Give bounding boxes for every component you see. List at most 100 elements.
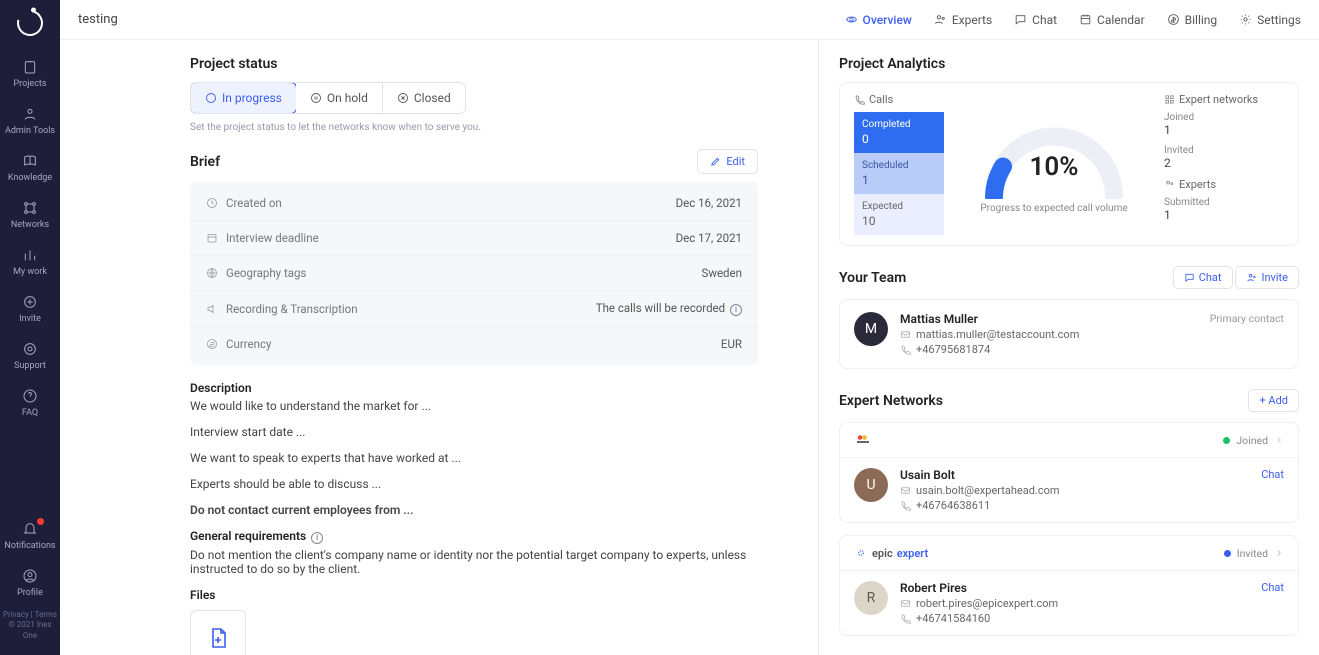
- contact-name: Usain Bolt: [900, 468, 1245, 482]
- tab-experts[interactable]: Experts: [934, 13, 992, 27]
- clock-icon: [206, 197, 218, 209]
- experts-meta-title: Experts: [1179, 178, 1216, 191]
- mail-icon: [900, 485, 911, 496]
- project-status-title: Project status: [190, 56, 758, 72]
- phone-icon: [900, 613, 911, 624]
- chevron-right-icon: [1274, 548, 1284, 558]
- sidebar-label: Networks: [11, 220, 49, 230]
- right-column: Project Analytics Calls Completed0 Sched…: [819, 40, 1319, 655]
- contact-phone: +46741584160: [916, 612, 990, 625]
- edit-brief-button[interactable]: Edit: [697, 149, 758, 174]
- contact-phone: +46764638611: [916, 499, 990, 512]
- tab-chat[interactable]: Chat: [1014, 13, 1057, 27]
- app-logo: [12, 5, 48, 41]
- sidebar-item-support[interactable]: Support: [0, 332, 60, 379]
- analytics-title: Project Analytics: [839, 56, 1299, 72]
- analytics-card: Calls Completed0 Scheduled1 Expected10 1…: [839, 82, 1299, 246]
- member-email: mattias.muller@testaccount.com: [916, 328, 1079, 341]
- member-name: Mattias Muller: [900, 312, 1198, 326]
- sidebar-item-knowledge[interactable]: Knowledge: [0, 144, 60, 191]
- networks-title: Expert Networks: [839, 393, 943, 409]
- description-warning: Do not contact current employees from ..…: [190, 503, 758, 517]
- description-title: Description: [190, 381, 758, 395]
- contact-email: robert.pires@epicexpert.com: [916, 597, 1058, 610]
- stat-expected: Expected10: [854, 194, 944, 235]
- network-logo-expertahead: [854, 433, 872, 447]
- team-invite-button[interactable]: Invite: [1235, 266, 1299, 289]
- info-icon[interactable]: i: [311, 532, 323, 544]
- recording-info-icon[interactable]: i: [730, 304, 742, 316]
- tab-billing[interactable]: Billing: [1167, 13, 1218, 27]
- sidebar-item-mywork[interactable]: My work: [0, 238, 60, 285]
- tab-settings[interactable]: Settings: [1239, 13, 1301, 27]
- general-req-title: General requirements: [190, 529, 306, 543]
- description-line: Interview start date ...: [190, 425, 758, 439]
- file-plus-icon: [206, 626, 230, 650]
- brief-row-created: Created on Dec 16, 2021: [190, 186, 758, 221]
- avatar: U: [854, 468, 888, 502]
- brief-title: Brief: [190, 154, 220, 170]
- sidebar-item-notifications[interactable]: Notifications: [0, 512, 60, 559]
- profile-icon: [21, 567, 39, 585]
- sidebar-label: Knowledge: [8, 173, 52, 183]
- avatar: R: [854, 581, 888, 615]
- gauge-caption: Progress to expected call volume: [980, 203, 1127, 214]
- sidebar-item-faq[interactable]: FAQ: [0, 379, 60, 426]
- sidebar-item-invite[interactable]: Invite: [0, 285, 60, 332]
- page-title: testing: [78, 12, 118, 27]
- phone-icon: [900, 500, 911, 511]
- tab-overview[interactable]: Overview: [845, 13, 912, 27]
- sidebar-label: Invite: [19, 314, 41, 324]
- status-hint: Set the project status to let the networ…: [190, 122, 758, 133]
- brief-row-geography: Geography tags Sweden: [190, 256, 758, 291]
- sidebar-item-profile[interactable]: Profile: [0, 559, 60, 606]
- sidebar-footer: Privacy | Terms © 2021 Inex One: [0, 606, 60, 645]
- team-title: Your Team: [839, 270, 906, 286]
- sidebar-label: FAQ: [22, 408, 38, 418]
- help-icon: [21, 387, 39, 405]
- network-card: epicexpert Invited R Robert Pires robert…: [839, 535, 1299, 636]
- general-req-body: Do not mention the client's company name…: [190, 548, 758, 576]
- left-column: Project status In progress On hold Close…: [60, 40, 819, 655]
- network-status[interactable]: Joined: [1223, 434, 1284, 447]
- description-line: Experts should be able to discuss ...: [190, 477, 758, 491]
- files-title: Files: [190, 588, 758, 602]
- calls-label: Calls: [869, 93, 893, 106]
- team-chat-button[interactable]: Chat: [1173, 266, 1233, 289]
- tab-calendar[interactable]: Calendar: [1079, 13, 1145, 27]
- member-phone: +46795681874: [916, 343, 990, 356]
- experts-mini-icon: [1164, 179, 1175, 190]
- status-closed[interactable]: Closed: [383, 83, 465, 113]
- avatar: M: [854, 312, 888, 346]
- add-network-button[interactable]: + Add: [1248, 389, 1299, 412]
- brief-row-deadline: Interview deadline Dec 17, 2021: [190, 221, 758, 256]
- mail-icon: [900, 329, 911, 340]
- status-on-hold[interactable]: On hold: [296, 83, 383, 113]
- phone-icon: [900, 344, 911, 355]
- chevron-right-icon: [1274, 435, 1284, 445]
- description-line: We would like to understand the market f…: [190, 399, 758, 413]
- calendar-icon: [206, 232, 218, 244]
- stat-scheduled: Scheduled1: [854, 153, 944, 194]
- globe-icon: [206, 267, 218, 279]
- network-chat-link[interactable]: Chat: [1257, 468, 1284, 481]
- sidebar-item-projects[interactable]: Projects: [0, 50, 60, 97]
- currency-icon: [206, 338, 218, 350]
- brief-table: Created on Dec 16, 2021 Interview deadli…: [190, 182, 758, 365]
- team-member-card: M Mattias Muller mattias.muller@testacco…: [839, 299, 1299, 369]
- bell-icon: [21, 520, 39, 538]
- status-in-progress[interactable]: In progress: [190, 82, 297, 114]
- network-chat-link[interactable]: Chat: [1257, 581, 1284, 594]
- brief-row-currency: Currency EUR: [190, 327, 758, 361]
- add-file-button[interactable]: [190, 610, 246, 655]
- sidebar-item-admin[interactable]: Admin Tools: [0, 97, 60, 144]
- progress-gauge: 10% Progress to expected call volume: [958, 93, 1150, 235]
- sidebar: Projects Admin Tools Knowledge Networks …: [0, 0, 60, 655]
- stat-completed: Completed0: [854, 112, 944, 153]
- network-card: Joined U Usain Bolt usain.bolt@expertahe…: [839, 422, 1299, 523]
- invite-icon: [21, 293, 39, 311]
- sidebar-label: My work: [13, 267, 47, 277]
- sidebar-item-networks[interactable]: Networks: [0, 191, 60, 238]
- sidebar-label: Projects: [14, 79, 47, 89]
- network-status[interactable]: Invited: [1224, 547, 1284, 560]
